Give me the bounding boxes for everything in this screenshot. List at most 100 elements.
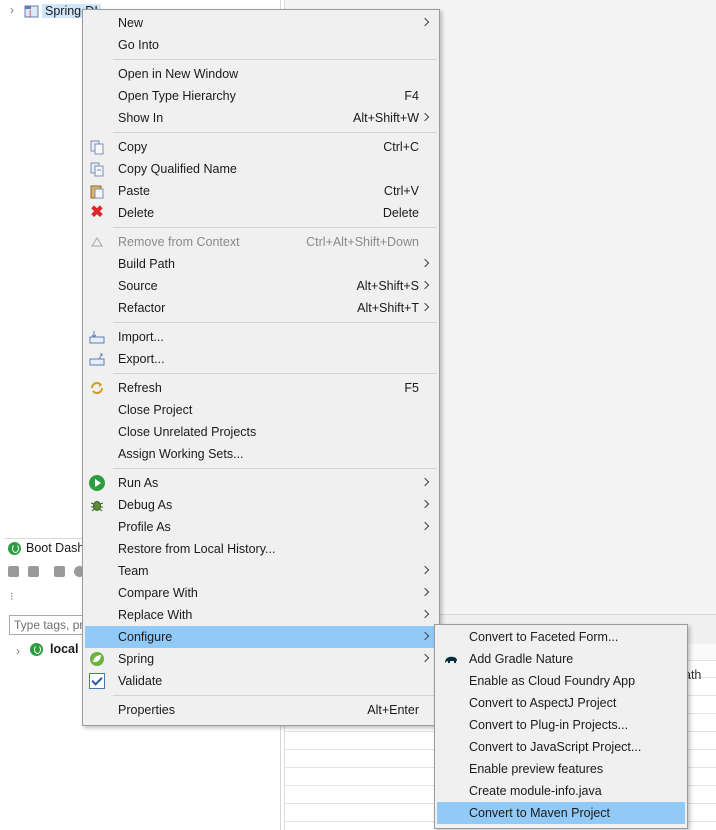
boot-dashboard-toolbar: [6, 564, 86, 582]
menu-item-restore-local-history[interactable]: Restore from Local History...: [85, 538, 437, 560]
submenu-item-label: Enable preview features: [469, 762, 604, 776]
menu-item-paste[interactable]: Paste Ctrl+V: [85, 180, 437, 202]
submenu-item-convert-aspectj[interactable]: Convert to AspectJ Project: [437, 692, 685, 714]
menu-item-export[interactable]: Export...: [85, 348, 437, 370]
menu-item-label: Spring: [118, 652, 155, 666]
menu-item-source[interactable]: Source Alt+Shift+S: [85, 275, 437, 297]
menu-item-label: Compare With: [118, 586, 198, 600]
menu-item-team[interactable]: Team: [85, 560, 437, 582]
menu-item-shortcut: Delete: [382, 206, 419, 220]
menu-item-refactor[interactable]: Refactor Alt+Shift+T: [85, 297, 437, 319]
chevron-right-icon[interactable]: ›: [16, 644, 20, 658]
menu-item-spring[interactable]: Spring: [85, 648, 437, 670]
menu-item-refresh[interactable]: Refresh F5: [85, 377, 437, 399]
menu-item-run-as[interactable]: Run As: [85, 472, 437, 494]
menu-separator: [113, 373, 437, 374]
menu-item-shortcut: Alt+Shift+W: [353, 111, 419, 125]
menu-item-label: Close Project: [118, 403, 193, 417]
submenu-item-label: Add Gradle Nature: [469, 652, 574, 666]
chevron-right-icon: [421, 651, 429, 665]
menu-item-show-in[interactable]: Show In Alt+Shift+W: [85, 107, 437, 129]
menu-item-label: Export...: [118, 352, 165, 366]
submenu-item-enable-preview-features[interactable]: Enable preview features: [437, 758, 685, 780]
local-target-label[interactable]: local: [50, 642, 79, 656]
menu-item-compare-with[interactable]: Compare With: [85, 582, 437, 604]
menu-item-label: Refresh: [118, 381, 162, 395]
menu-item-label: Copy Qualified Name: [118, 162, 237, 176]
chevron-right-icon: [421, 475, 429, 489]
menu-item-open-in-new-window[interactable]: Open in New Window: [85, 63, 437, 85]
project-icon: J: [24, 3, 40, 19]
debug-icon[interactable]: [28, 566, 39, 577]
menu-separator: [113, 132, 437, 133]
menu-item-new[interactable]: New: [85, 12, 437, 34]
submenu-item-label: Enable as Cloud Foundry App: [469, 674, 636, 688]
menu-item-label: Go Into: [118, 38, 159, 52]
menu-item-delete[interactable]: ✖ Delete Delete: [85, 202, 437, 224]
menu-item-shortcut: F4: [404, 89, 419, 103]
menu-item-open-type-hierarchy[interactable]: Open Type Hierarchy F4: [85, 85, 437, 107]
chevron-right-icon: [421, 519, 429, 533]
submenu-item-add-gradle-nature[interactable]: Add Gradle Nature: [437, 648, 685, 670]
spring-leaf-icon: [89, 651, 105, 667]
menu-separator: [113, 59, 437, 60]
context-menu: New Go Into Open in New Window Open Type…: [82, 9, 440, 726]
menu-item-label: New: [118, 16, 144, 30]
menu-item-label: Debug As: [118, 498, 173, 512]
menu-item-close-project[interactable]: Close Project: [85, 399, 437, 421]
menu-item-label: Run As: [118, 476, 159, 490]
menu-item-properties[interactable]: Properties Alt+Enter: [85, 699, 437, 721]
submenu-item-label: Convert to Faceted Form...: [469, 630, 619, 644]
menu-item-profile-as[interactable]: Profile As: [85, 516, 437, 538]
menu-separator: [113, 695, 437, 696]
menu-item-shortcut: Ctrl+V: [383, 184, 419, 198]
menu-item-go-into[interactable]: Go Into: [85, 34, 437, 56]
menu-item-label: Show In: [118, 111, 164, 125]
boot-dashboard-title[interactable]: Boot Dash: [26, 541, 84, 555]
menu-item-debug-as[interactable]: Debug As: [85, 494, 437, 516]
menu-separator: [113, 322, 437, 323]
submenu-item-label: Convert to Maven Project: [469, 806, 611, 820]
submenu-item-convert-javascript-project[interactable]: Convert to JavaScript Project...: [437, 736, 685, 758]
delete-icon: ✖: [90, 204, 104, 221]
import-icon: [89, 329, 105, 345]
debug-bug-icon: [89, 497, 105, 513]
menu-item-label: Source: [118, 279, 158, 293]
menu-item-copy[interactable]: Copy Ctrl+C: [85, 136, 437, 158]
menu-item-import[interactable]: Import...: [85, 326, 437, 348]
menu-item-label: Import...: [118, 330, 164, 344]
chevron-right-icon: [421, 278, 429, 292]
menu-item-label: Copy: [118, 140, 148, 154]
export-icon: [89, 351, 105, 367]
chevron-right-icon: [421, 563, 429, 577]
submenu-item-label: Convert to Plug-in Projects...: [469, 718, 629, 732]
stop-icon[interactable]: [54, 566, 65, 577]
menu-item-label: Delete: [118, 206, 155, 220]
copy-icon: [89, 139, 105, 155]
chevron-right-icon: [421, 110, 429, 124]
menu-item-replace-with[interactable]: Replace With: [85, 604, 437, 626]
menu-item-label: Assign Working Sets...: [118, 447, 244, 461]
start-icon[interactable]: [8, 566, 19, 577]
submenu-item-create-module-info[interactable]: Create module-info.java: [437, 780, 685, 802]
menu-item-assign-working-sets[interactable]: Assign Working Sets...: [85, 443, 437, 465]
menu-item-label: Team: [118, 564, 149, 578]
menu-item-label: Close Unrelated Projects: [118, 425, 257, 439]
submenu-item-convert-faceted-form[interactable]: Convert to Faceted Form...: [437, 626, 685, 648]
submenu-item-convert-maven-project[interactable]: Convert to Maven Project: [437, 802, 685, 824]
menu-item-label: Validate: [118, 674, 163, 688]
menu-item-copy-qualified-name[interactable]: Copy Qualified Name: [85, 158, 437, 180]
menu-item-configure[interactable]: Configure: [85, 626, 437, 648]
menu-item-shortcut: Alt+Enter: [367, 703, 419, 717]
menu-item-label: Paste: [118, 184, 150, 198]
more-options-icon[interactable]: ⁝: [10, 590, 14, 603]
configure-submenu: Convert to Faceted Form... Add Gradle Na…: [434, 624, 688, 829]
menu-item-build-path[interactable]: Build Path: [85, 253, 437, 275]
menu-item-close-unrelated-projects[interactable]: Close Unrelated Projects: [85, 421, 437, 443]
chevron-right-icon[interactable]: ›: [10, 3, 20, 17]
submenu-item-enable-cloud-foundry[interactable]: Enable as Cloud Foundry App: [437, 670, 685, 692]
submenu-item-convert-plugin-projects[interactable]: Convert to Plug-in Projects...: [437, 714, 685, 736]
menu-item-remove-from-context: Remove from Context Ctrl+Alt+Shift+Down: [85, 231, 437, 253]
menu-item-validate[interactable]: Validate: [85, 670, 437, 692]
menu-item-shortcut: Ctrl+Alt+Shift+Down: [306, 235, 419, 249]
